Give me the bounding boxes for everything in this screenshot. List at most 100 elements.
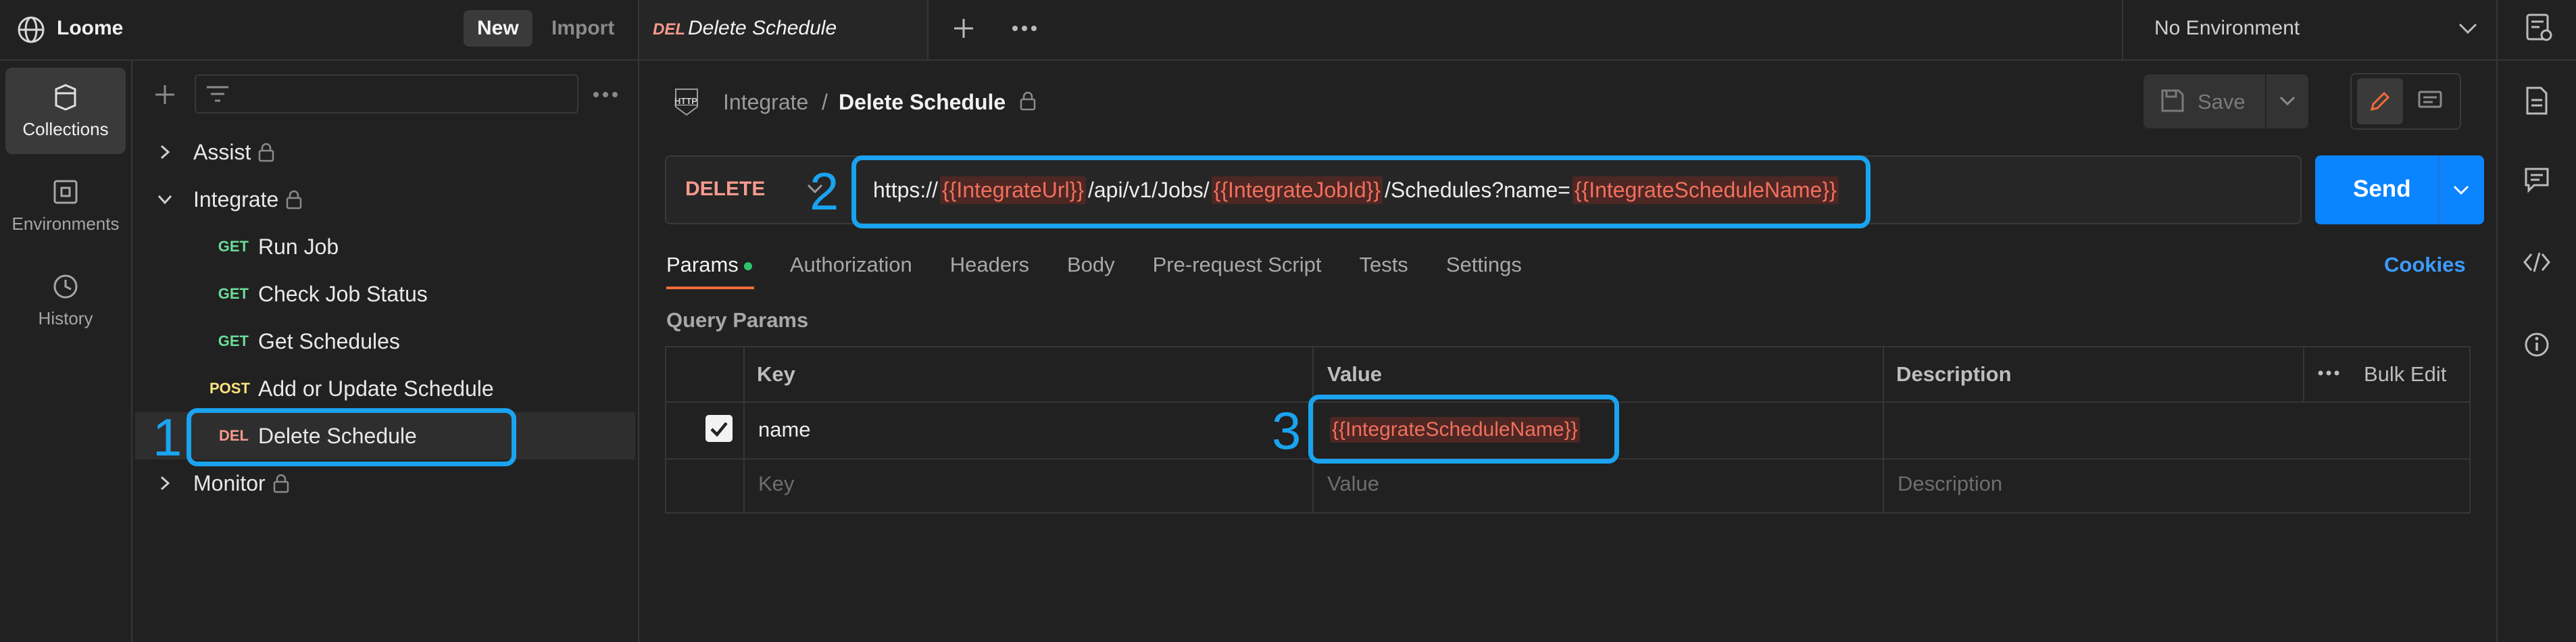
import-button[interactable]: Import <box>551 17 614 40</box>
folder-label: Integrate <box>193 187 279 212</box>
chevron-right-icon <box>160 145 170 159</box>
rail-environments[interactable]: Environments <box>5 162 126 249</box>
rail-history-label: History <box>38 308 93 328</box>
add-tab-icon[interactable] <box>950 15 977 42</box>
method-badge: GET <box>218 332 249 349</box>
rail-collections[interactable]: Collections <box>5 68 126 154</box>
column-value: Value <box>1327 362 1382 386</box>
query-params-title: Query Params <box>666 308 809 332</box>
http-icon: HTTP <box>672 87 701 118</box>
folder-integrate[interactable]: Integrate <box>135 176 635 223</box>
tab-tests[interactable]: Tests <box>1359 253 1408 276</box>
rail-history[interactable]: History <box>5 257 126 343</box>
cookies-link[interactable]: Cookies <box>2384 253 2466 277</box>
column-description: Description <box>1896 362 2012 386</box>
request-label: Run Job <box>258 234 339 259</box>
chevron-down-icon <box>2279 96 2296 106</box>
environments-icon <box>53 180 78 204</box>
column-options-icon[interactable] <box>2317 368 2341 378</box>
collections-icon <box>55 84 76 111</box>
tab-pre-request-script[interactable]: Pre-request Script <box>1153 253 1322 276</box>
info-icon[interactable] <box>2523 331 2550 358</box>
active-tab-underline <box>666 287 754 289</box>
top-bar: Loome New Import DEL Delete Schedule No … <box>0 0 2576 59</box>
request-tab[interactable]: DEL Delete Schedule <box>638 0 927 59</box>
request-label: Add or Update Schedule <box>258 376 494 401</box>
http-badge: HTTP <box>674 96 697 106</box>
comment-mode-icon[interactable] <box>2417 89 2444 114</box>
highlight-delete-schedule <box>187 408 516 466</box>
method-badge: GET <box>218 285 249 302</box>
workspace-name[interactable]: Loome <box>57 17 123 40</box>
tab-headers[interactable]: Headers <box>950 253 1029 276</box>
new-button[interactable]: New <box>464 10 532 47</box>
request-label: Check Job Status <box>258 281 428 306</box>
mode-toggle[interactable] <box>2350 73 2461 130</box>
highlight-url <box>851 155 1871 228</box>
tab-params[interactable]: Params <box>666 253 739 276</box>
folder-label: Assist <box>193 139 251 164</box>
filter-icon <box>207 86 228 102</box>
globe-icon <box>18 16 45 43</box>
documentation-icon[interactable] <box>2523 85 2550 116</box>
annotation-step-2: 2 <box>810 162 839 221</box>
method-select[interactable]: DELETE <box>685 178 765 201</box>
new-key-input[interactable]: Key <box>758 472 794 496</box>
rail-collections-label: Collections <box>22 119 109 139</box>
breadcrumb-separator: / <box>822 90 828 114</box>
annotation-step-3: 3 <box>1272 401 1302 460</box>
folder-monitor[interactable]: Monitor <box>135 460 635 507</box>
chevron-down-icon[interactable] <box>2452 184 2471 197</box>
sidebar-more-icon[interactable] <box>592 88 619 101</box>
new-description-input[interactable]: Description <box>1898 472 2002 496</box>
save-icon <box>2161 89 2184 112</box>
send-button[interactable]: Send <box>2353 176 2411 203</box>
folder-label: Monitor <box>193 470 266 495</box>
tab-settings[interactable]: Settings <box>1446 253 1522 276</box>
param-key[interactable]: name <box>758 418 811 442</box>
lock-icon <box>287 190 302 209</box>
request-add-or-update-schedule[interactable]: POST Add or Update Schedule <box>135 365 635 412</box>
save-options-button[interactable] <box>2267 74 2308 128</box>
lock-icon <box>1020 91 1036 111</box>
breadcrumb-parent[interactable]: Integrate <box>723 90 808 115</box>
tab-authorization[interactable]: Authorization <box>790 253 912 276</box>
highlight-param-value <box>1308 395 1619 464</box>
pencil-icon <box>2370 91 2390 112</box>
column-key: Key <box>757 362 795 386</box>
breadcrumb-current[interactable]: Delete Schedule <box>839 90 1006 115</box>
filter-input[interactable] <box>195 74 578 114</box>
request-tabs: Params Authorization Headers Body Pre-reques… <box>666 253 1560 277</box>
tab-body[interactable]: Body <box>1067 253 1115 276</box>
environment-quick-look-icon[interactable] <box>2523 12 2554 43</box>
annotation-step-1: 1 <box>153 408 182 467</box>
bulk-edit-button[interactable]: Bulk Edit <box>2364 362 2446 387</box>
save-button[interactable]: Save <box>2144 74 2265 128</box>
tab-title: Delete Schedule <box>688 17 837 39</box>
chevron-down-icon <box>157 195 172 205</box>
request-get-schedules[interactable]: GET Get Schedules <box>135 318 635 365</box>
request-check-job-status[interactable]: GET Check Job Status <box>135 270 635 318</box>
lock-icon <box>273 474 289 493</box>
request-run-job[interactable]: GET Run Job <box>135 223 635 270</box>
param-enabled-checkbox[interactable] <box>705 415 733 442</box>
check-icon <box>710 422 728 437</box>
method-badge: GET <box>218 238 249 255</box>
send-button-group[interactable]: Send <box>2315 155 2484 224</box>
rail-environments-label: Environments <box>11 214 120 234</box>
params-active-dot <box>743 262 752 270</box>
tab-method-badge: DEL <box>653 20 685 39</box>
more-tabs-icon[interactable] <box>1010 20 1039 36</box>
code-icon[interactable] <box>2522 250 2552 274</box>
edit-mode-button[interactable] <box>2357 78 2403 124</box>
folder-assist[interactable]: Assist <box>135 128 635 176</box>
add-collection-icon[interactable] <box>153 82 177 107</box>
history-icon <box>53 274 78 299</box>
new-value-input[interactable]: Value <box>1327 472 1379 496</box>
comments-icon[interactable] <box>2523 166 2550 193</box>
chevron-down-icon[interactable] <box>2456 20 2480 36</box>
method-badge: POST <box>209 380 250 397</box>
request-label: Get Schedules <box>258 328 400 353</box>
save-label: Save <box>2198 90 2246 114</box>
environment-select[interactable]: No Environment <box>2154 17 2300 40</box>
